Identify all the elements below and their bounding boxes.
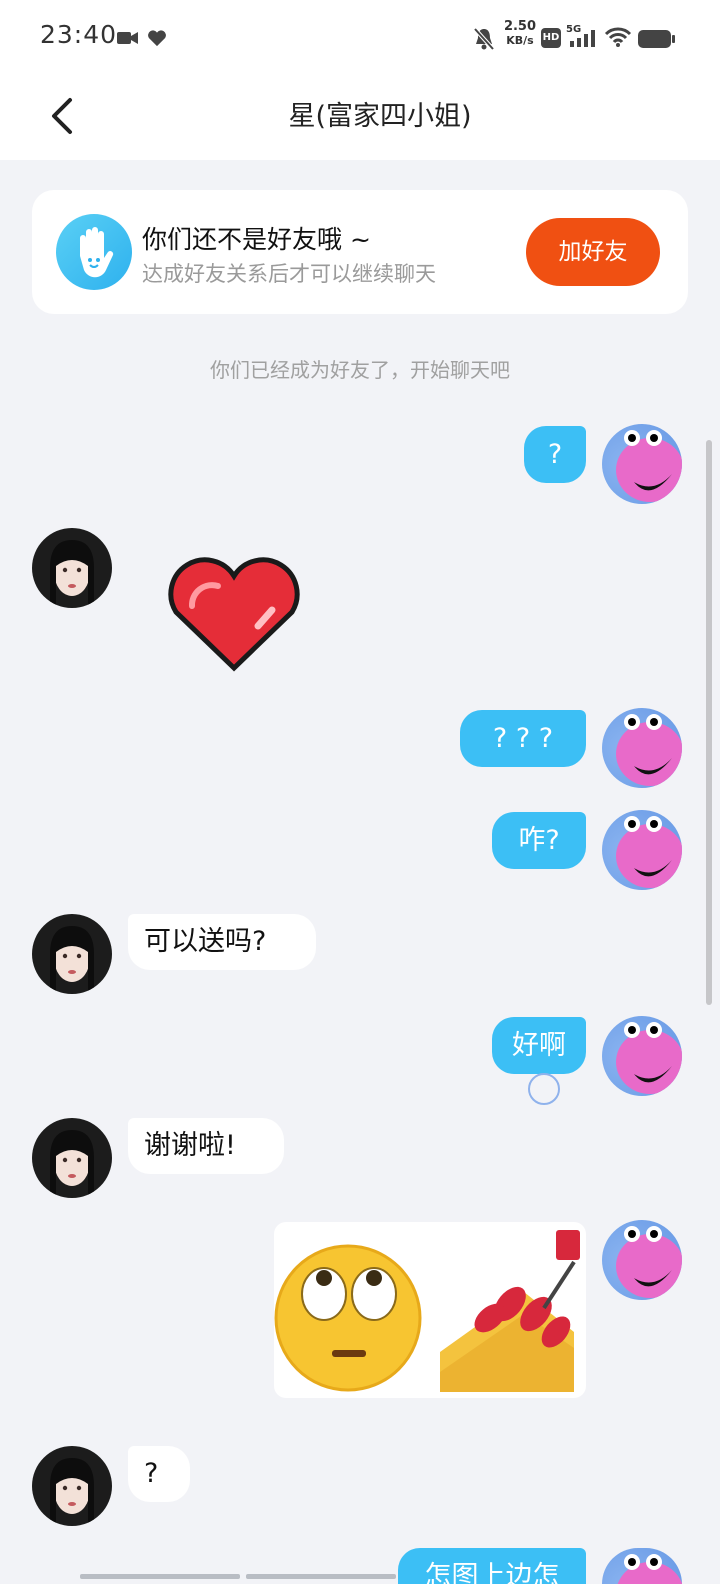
gesture-bar-right [246, 1574, 396, 1579]
emoji-sticker[interactable] [274, 1222, 586, 1398]
system-notice: 你们已经成为好友了，开始聊天吧 [210, 358, 510, 382]
message-bubble-incoming[interactable]: 谢谢啦! [128, 1118, 284, 1174]
message-bubble-outgoing[interactable]: 咋? [492, 812, 586, 869]
add-friend-button[interactable]: 加好友 [526, 218, 660, 286]
girl-avatar-icon [32, 528, 112, 608]
my-avatar[interactable] [602, 1220, 682, 1300]
network-label: 5G [566, 24, 582, 35]
card-title: 你们还不是好友哦 ~ [142, 225, 371, 254]
pig-avatar-icon [602, 1220, 682, 1300]
message-bubble-outgoing[interactable]: 怎图上边怎 [398, 1548, 586, 1584]
friend-request-card: 你们还不是好友哦 ~ 达成好友关系后才可以继续聊天 加好友 [32, 190, 688, 314]
gesture-bar-left [80, 1574, 240, 1579]
net-speed-value: 2.50 [503, 19, 537, 34]
chat-header: 星(富家四小姐) [0, 76, 720, 160]
net-speed-unit: KB/s [506, 34, 534, 47]
my-avatar[interactable] [602, 424, 682, 504]
contact-avatar[interactable] [32, 914, 112, 994]
pig-avatar-icon [602, 1548, 682, 1584]
wifi-icon [604, 26, 632, 52]
contact-avatar[interactable] [32, 1118, 112, 1198]
message-bubble-outgoing[interactable]: ? [524, 426, 586, 483]
girl-avatar-icon [32, 914, 112, 994]
status-bar: 23:40 2.50 KB/s HD 5G [0, 0, 720, 76]
signal-icon: 5G [566, 24, 600, 54]
nail-polish-emoji-icon [440, 1230, 580, 1392]
contact-avatar[interactable] [32, 528, 112, 608]
card-subtitle: 达成好友关系后才可以继续聊天 [142, 262, 436, 286]
heart-sticker[interactable] [162, 556, 306, 680]
my-avatar[interactable] [602, 810, 682, 890]
my-avatar[interactable] [602, 1016, 682, 1096]
eye-roll-emoji-icon [274, 1244, 422, 1392]
pig-avatar-icon [602, 1016, 682, 1096]
touch-indicator [528, 1073, 560, 1105]
wave-hand-icon [56, 214, 132, 290]
net-speed: 2.50 KB/s [500, 20, 540, 48]
contact-avatar[interactable] [32, 1446, 112, 1526]
pig-avatar-icon [602, 810, 682, 890]
hd-icon: HD [541, 28, 561, 48]
message-bubble-incoming[interactable]: 可以送吗? [128, 914, 316, 970]
pig-avatar-icon [602, 708, 682, 788]
heart-icon [146, 29, 168, 51]
pig-avatar-icon [602, 424, 682, 504]
video-camera-icon [117, 30, 139, 50]
my-avatar[interactable] [602, 1548, 682, 1584]
message-bubble-incoming[interactable]: ? [128, 1446, 190, 1502]
girl-avatar-icon [32, 1118, 112, 1198]
girl-avatar-icon [32, 1446, 112, 1526]
message-bubble-outgoing[interactable]: ? ? ? [460, 710, 586, 767]
battery-icon [638, 29, 676, 53]
my-avatar[interactable] [602, 708, 682, 788]
scrollbar[interactable] [706, 440, 712, 1005]
message-bubble-outgoing[interactable]: 好啊 [492, 1017, 586, 1074]
status-time: 23:40 [40, 20, 118, 49]
page-title: 星(富家四小姐) [288, 101, 472, 132]
bell-muted-icon [472, 26, 496, 56]
